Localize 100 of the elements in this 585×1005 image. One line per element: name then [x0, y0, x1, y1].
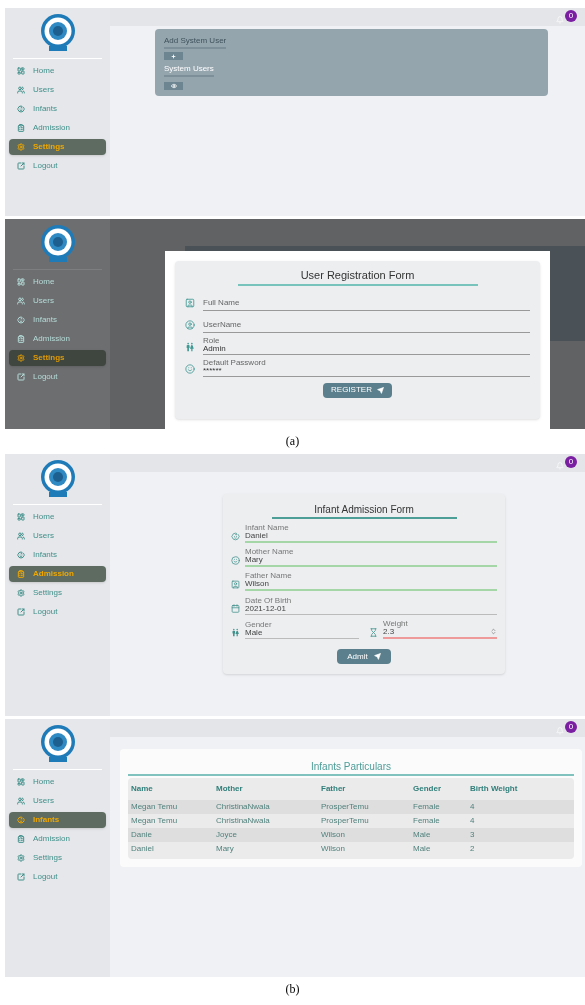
figure-caption: (a) [285, 433, 300, 450]
sidebar-item[interactable]: Logout [9, 158, 106, 174]
eye-icon [170, 83, 177, 89]
form-title: Infant Admission Form [314, 503, 414, 517]
sidebar-item[interactable]: Users [9, 293, 106, 309]
dashboard-icon [17, 513, 25, 521]
plus-icon [171, 53, 176, 59]
notification-badge: 0 [565, 10, 577, 22]
sidebar-item[interactable]: Logout [9, 604, 106, 620]
table-cell-text: 4 [470, 815, 476, 827]
sidebar-item[interactable]: Home [9, 63, 106, 79]
people-icon [185, 341, 195, 352]
input-field[interactable]: Gender Male [245, 621, 359, 639]
send-icon [373, 653, 381, 660]
users-icon [17, 297, 25, 305]
contact-card-icon [185, 297, 195, 308]
table-title: Infants Particulars [310, 760, 391, 774]
add-button[interactable] [164, 52, 183, 60]
sidebar-item[interactable]: Admission [9, 331, 106, 347]
dashboard-icon [17, 67, 25, 75]
users-icon [17, 797, 25, 805]
notification-badge: 0 [565, 456, 577, 468]
register-button[interactable]: REGISTER [323, 382, 392, 398]
input-field[interactable]: Default Password ****** [203, 358, 530, 377]
table-cell-text: Mary [216, 843, 235, 855]
table-cell-text: Male [413, 843, 432, 855]
spinner-icon[interactable] [490, 628, 497, 635]
sidebar-item[interactable]: Users [9, 793, 106, 809]
sidebar-item[interactable]: Home [9, 774, 106, 790]
sidebar-item[interactable]: Home [9, 274, 106, 290]
bell-icon[interactable] [556, 462, 564, 470]
table-cell-text: ChristinaNwala [216, 801, 271, 813]
sidebar-item[interactable]: Infants [9, 312, 106, 328]
table-cell-text: ProsperTemu [321, 815, 370, 827]
settings-icon [17, 589, 25, 597]
users-icon [17, 532, 25, 540]
section-heading: Add System User [164, 35, 227, 49]
send-icon [376, 386, 384, 394]
sidebar-item[interactable]: Infants [9, 547, 106, 563]
input-field[interactable]: Mother Name Mary [245, 548, 497, 567]
face-icon [231, 556, 240, 565]
sidebar-item[interactable]: Infants [9, 101, 106, 117]
input-field[interactable]: Full Name [203, 294, 530, 311]
table-cell-text: Danie [131, 829, 153, 841]
table-cell-text: Megan Temu [131, 815, 179, 827]
hourglass-icon [369, 628, 378, 637]
external-link-icon [17, 608, 25, 616]
table-cell-text: Female [413, 815, 441, 827]
external-link-icon [17, 162, 25, 170]
input-field[interactable]: Date Of Birth 2021-12-01 [245, 597, 497, 615]
sidebar-item[interactable]: Admission [9, 120, 106, 136]
column-header: Name [131, 783, 154, 795]
dashboard-icon [17, 778, 25, 786]
external-link-icon [17, 873, 25, 881]
input-field[interactable]: Infant Name Daniel [245, 524, 497, 543]
view-button[interactable] [164, 82, 183, 90]
clipboard-icon [17, 335, 25, 343]
bell-icon[interactable] [556, 16, 564, 24]
sidebar-item[interactable]: Logout [9, 869, 106, 885]
sidebar-item[interactable]: Users [9, 82, 106, 98]
external-link-icon [17, 373, 25, 381]
admit-button[interactable]: Admit [337, 649, 391, 664]
input-field[interactable]: UserName [203, 316, 530, 333]
clipboard-icon [17, 124, 25, 132]
table-cell-text: 4 [470, 801, 476, 813]
section-heading: System Users [164, 63, 214, 77]
table-cell-text: 2 [470, 843, 476, 855]
sidebar-item[interactable]: Infants [9, 812, 106, 828]
sidebar-item[interactable]: Users [9, 528, 106, 544]
users-icon [17, 86, 25, 94]
column-header: Mother [216, 783, 244, 795]
table-cell-text: Daniel [131, 843, 155, 855]
form-title: User Registration Form [300, 268, 415, 283]
sidebar-item[interactable]: Settings [9, 585, 106, 601]
input-field[interactable]: Father Name Wilson [245, 572, 497, 591]
settings-icon [17, 143, 25, 151]
clipboard-icon [17, 570, 25, 578]
sidebar-item[interactable]: Home [9, 509, 106, 525]
sidebar-item[interactable]: Settings [9, 850, 106, 866]
table-cell-text: Female [413, 801, 441, 813]
sidebar-item[interactable]: Admission [9, 831, 106, 847]
table-cell-text: Wilson [321, 829, 346, 841]
sidebar-item[interactable]: Logout [9, 369, 106, 385]
sidebar-item[interactable]: Settings [9, 139, 106, 155]
settings-icon [17, 354, 25, 362]
column-header: Gender [413, 783, 442, 795]
people-icon [231, 628, 240, 637]
sidebar-item[interactable]: Settings [9, 350, 106, 366]
input-field[interactable]: Role Admin [203, 336, 530, 355]
sidebar-item[interactable]: Admission [9, 566, 106, 582]
column-header: Father [321, 783, 347, 795]
input-field[interactable]: Weight 2.3 [383, 620, 497, 639]
bell-icon[interactable] [556, 727, 564, 735]
table-cell-text: Joyce [216, 829, 238, 841]
clipboard-icon [17, 835, 25, 843]
table-cell-text: Male [413, 829, 432, 841]
contact-card-icon [231, 580, 240, 589]
user-circle-icon [185, 319, 195, 330]
notification-badge: 0 [565, 721, 577, 733]
calendar-icon [231, 604, 240, 613]
